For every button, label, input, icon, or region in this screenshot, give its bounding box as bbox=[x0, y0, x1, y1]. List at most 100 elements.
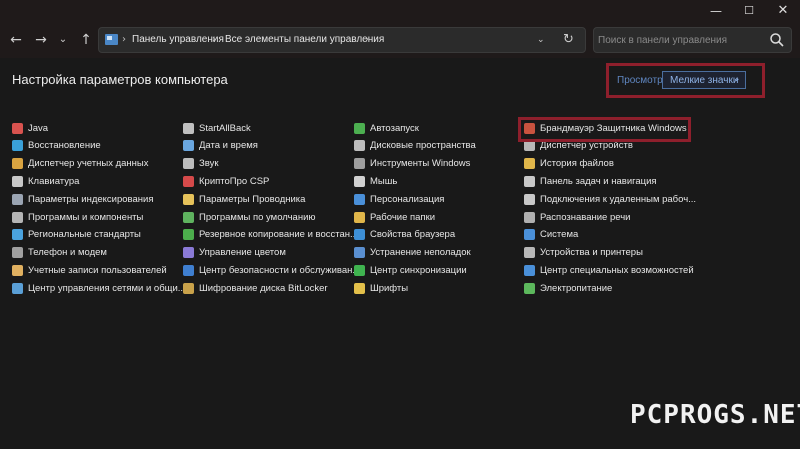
control-panel-item[interactable]: Программы и компоненты bbox=[12, 209, 143, 225]
sync-center-icon bbox=[354, 264, 365, 276]
item-label: КриптоПро CSP bbox=[199, 175, 270, 187]
item-label: Электропитание bbox=[540, 282, 613, 294]
control-panel-item[interactable]: Региональные стандарты bbox=[12, 227, 141, 243]
item-label: Центр управления сетями и общи... bbox=[28, 282, 186, 294]
item-label: Клавиатура bbox=[28, 175, 80, 187]
control-panel-item[interactable]: Дата и время bbox=[183, 138, 258, 154]
control-panel-item[interactable]: Звук bbox=[183, 156, 218, 172]
control-panel-item[interactable]: Параметры Проводника bbox=[183, 191, 305, 207]
startallback-icon bbox=[183, 122, 194, 134]
indexing-icon bbox=[12, 193, 23, 205]
bitlocker-icon bbox=[183, 282, 194, 294]
power-options-icon bbox=[524, 282, 535, 294]
control-panel-item[interactable]: Дисковые пространства bbox=[354, 138, 476, 154]
title-bar: — ☐ ✕ bbox=[0, 0, 800, 22]
breadcrumb-separator[interactable]: › bbox=[122, 28, 126, 52]
control-panel-item[interactable]: Мышь bbox=[354, 173, 397, 189]
network-center-icon bbox=[12, 282, 23, 294]
item-label: Региональные стандарты bbox=[28, 229, 141, 241]
date-time-icon bbox=[183, 140, 194, 152]
control-panel-item[interactable]: StartAllBack bbox=[183, 120, 251, 136]
breadcrumb-separator[interactable]: › bbox=[212, 28, 216, 52]
refresh-icon[interactable]: ↻ bbox=[563, 28, 574, 52]
minimize-button[interactable]: — bbox=[701, 3, 731, 19]
control-panel-item[interactable]: Центр синхронизации bbox=[354, 262, 467, 278]
control-panel-item[interactable]: Устройства и принтеры bbox=[524, 245, 643, 261]
item-label: Дисковые пространства bbox=[370, 140, 476, 152]
control-panel-item[interactable]: Программы по умолчанию bbox=[183, 209, 316, 225]
control-panel-item[interactable]: Восстановление bbox=[12, 138, 101, 154]
item-label: Программы и компоненты bbox=[28, 211, 144, 223]
cryptopro-icon bbox=[183, 175, 194, 187]
recovery-icon bbox=[12, 140, 23, 152]
item-label: Шифрование диска BitLocker bbox=[199, 282, 328, 294]
control-panel-item[interactable]: История файлов bbox=[524, 156, 614, 172]
item-label: Устранение неполадок bbox=[370, 247, 471, 259]
address-bar[interactable]: › Панель управления › Все элементы панел… bbox=[98, 27, 586, 53]
control-panel-item[interactable]: Параметры индексирования bbox=[12, 191, 153, 207]
item-label: Управление цветом bbox=[199, 247, 286, 259]
back-button[interactable]: ← bbox=[6, 30, 26, 50]
control-panel-item[interactable]: Центр специальных возможностей bbox=[524, 262, 694, 278]
control-panel-item[interactable]: Свойства браузера bbox=[354, 227, 455, 243]
item-label: Инструменты Windows bbox=[370, 158, 471, 170]
item-label: Свойства браузера bbox=[370, 229, 456, 241]
ease-of-access-icon bbox=[524, 264, 535, 276]
java-icon bbox=[12, 122, 23, 134]
address-dropdown-icon[interactable]: ⌄ bbox=[537, 28, 545, 52]
close-button[interactable]: ✕ bbox=[768, 3, 798, 19]
control-panel-item[interactable]: Распознавание речи bbox=[524, 209, 630, 225]
internet-options-icon bbox=[354, 229, 365, 241]
item-label: Телефон и модем bbox=[28, 247, 107, 259]
search-input[interactable] bbox=[598, 30, 758, 50]
item-label: Шрифты bbox=[370, 282, 409, 294]
control-panel-item[interactable]: Резервное копирование и восстан... bbox=[183, 227, 358, 243]
control-panel-item[interactable]: Java bbox=[12, 120, 48, 136]
watermark: PCPROGS.NET bbox=[630, 400, 800, 430]
breadcrumb-separator[interactable]: › bbox=[365, 28, 369, 52]
control-panel-item[interactable]: Телефон и модем bbox=[12, 245, 107, 261]
control-panel-item[interactable]: Клавиатура bbox=[12, 173, 79, 189]
search-box[interactable] bbox=[593, 27, 792, 53]
page-title: Настройка параметров компьютера bbox=[12, 72, 228, 87]
item-label: Центр безопасности и обслуживан... bbox=[199, 264, 361, 276]
troubleshooting-icon bbox=[354, 247, 365, 259]
control-panel-item[interactable]: Учетные записи пользователей bbox=[12, 262, 167, 278]
control-panel-item[interactable]: КриптоПро CSP bbox=[183, 173, 269, 189]
forward-button[interactable]: → bbox=[31, 30, 51, 50]
up-button[interactable]: ↑ bbox=[76, 30, 96, 50]
control-panel-item[interactable]: Система bbox=[524, 227, 578, 243]
control-panel-item[interactable]: Центр управления сетями и общи... bbox=[12, 280, 186, 296]
item-label: Диспетчер учетных данных bbox=[28, 158, 149, 170]
item-label: Резервное копирование и восстан... bbox=[199, 229, 358, 241]
control-panel-item[interactable]: Электропитание bbox=[524, 280, 612, 296]
user-accounts-icon bbox=[12, 264, 23, 276]
maximize-button[interactable]: ☐ bbox=[734, 3, 764, 19]
control-panel-item[interactable]: Диспетчер учетных данных bbox=[12, 156, 149, 172]
file-history-icon bbox=[524, 158, 535, 170]
control-panel-item[interactable]: Устранение неполадок bbox=[354, 245, 471, 261]
control-panel-item[interactable]: Автозапуск bbox=[354, 120, 419, 136]
item-label: Персонализация bbox=[370, 193, 445, 205]
item-label: Распознавание речи bbox=[540, 211, 631, 223]
item-label: Параметры индексирования bbox=[28, 193, 154, 205]
search-icon[interactable] bbox=[769, 32, 785, 48]
breadcrumb-control-panel[interactable]: Панель управления bbox=[132, 28, 224, 52]
control-panel-item[interactable]: Шрифты bbox=[354, 280, 408, 296]
control-panel-item[interactable]: Подключения к удаленным рабоч... bbox=[524, 191, 696, 207]
breadcrumb-all-items[interactable]: Все элементы панели управления bbox=[225, 28, 384, 52]
recent-locations-button[interactable]: ⌄ bbox=[53, 30, 73, 50]
item-label: Звук bbox=[199, 158, 219, 170]
control-panel-item[interactable]: Рабочие папки bbox=[354, 209, 435, 225]
control-panel-item[interactable]: Центр безопасности и обслуживан... bbox=[183, 262, 360, 278]
view-mode-select[interactable]: Мелкие значки ⌄ bbox=[662, 71, 746, 89]
control-panel-item[interactable]: Инструменты Windows bbox=[354, 156, 470, 172]
programs-icon bbox=[12, 211, 23, 223]
view-by-label: Просмотр: bbox=[617, 75, 666, 86]
control-panel-item[interactable]: Управление цветом bbox=[183, 245, 286, 261]
control-panel-item[interactable]: Панель задач и навигация bbox=[524, 173, 657, 189]
control-panel-item[interactable]: Шифрование диска BitLocker bbox=[183, 280, 328, 296]
storage-spaces-icon bbox=[354, 140, 365, 152]
color-management-icon bbox=[183, 247, 194, 259]
control-panel-item[interactable]: Персонализация bbox=[354, 191, 444, 207]
